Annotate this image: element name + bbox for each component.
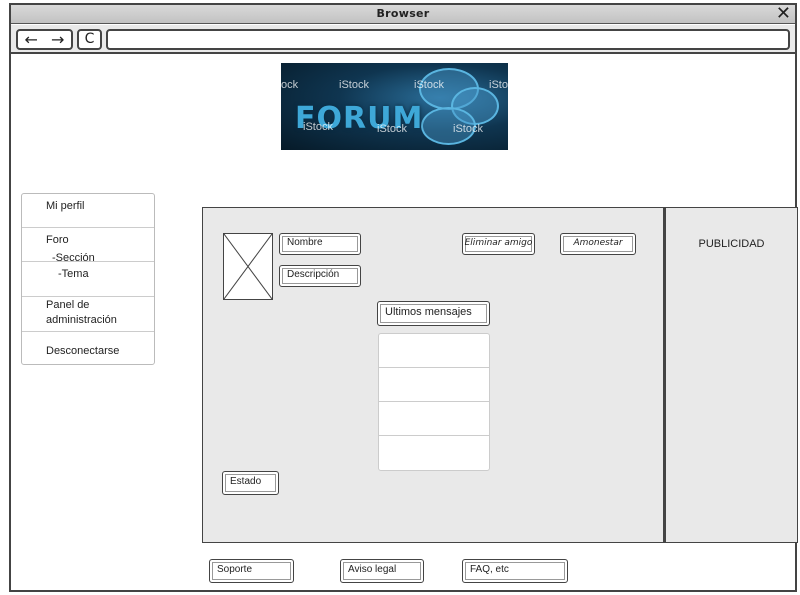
- legal-notice-button[interactable]: Aviso legal: [340, 559, 424, 583]
- recent-messages-header: Ultimos mensajes: [377, 301, 490, 326]
- sidebar-menu: Mi perfil Foro -Sección -Tema Panel de a…: [21, 193, 155, 365]
- watermark-text: ock: [281, 79, 299, 91]
- watermark-text: iStock: [377, 123, 407, 135]
- warn-button[interactable]: Amonestar: [560, 233, 636, 255]
- avatar-placeholder-icon: [223, 233, 273, 300]
- close-icon[interactable]: ✕: [776, 4, 791, 23]
- title-bar: Browser ✕: [11, 4, 795, 24]
- sidebar-item-admin-panel[interactable]: Panel de administración: [22, 297, 154, 332]
- status-button[interactable]: Estado: [222, 471, 279, 495]
- profile-panel: Nombre Descripción Eliminar amigo Amones…: [202, 207, 664, 543]
- remove-friend-button[interactable]: Eliminar amigo: [462, 233, 535, 255]
- watermark-text: iStock: [489, 79, 508, 91]
- description-field[interactable]: Descripción: [279, 265, 361, 287]
- ad-label: PUBLICIDAD: [698, 238, 765, 250]
- faq-button[interactable]: FAQ, etc: [462, 559, 568, 583]
- list-item[interactable]: [379, 334, 489, 368]
- address-bar[interactable]: [106, 29, 790, 50]
- history-buttons: ← →: [16, 29, 73, 50]
- image-placeholder-icon: [223, 233, 273, 300]
- window-title: Browser: [376, 7, 430, 20]
- watermark-text: iStock: [414, 79, 444, 91]
- sidebar-item-logout[interactable]: Desconectarse: [22, 332, 154, 365]
- recent-messages-list: [378, 333, 490, 471]
- navigation-bar: ← → C: [11, 25, 795, 54]
- sidebar-item-label: -Tema: [58, 268, 89, 280]
- watermark-text: iStock: [339, 79, 369, 91]
- sidebar-item-profile[interactable]: Mi perfil: [22, 194, 154, 228]
- list-item[interactable]: [379, 402, 489, 436]
- forward-arrow-icon[interactable]: →: [51, 30, 64, 49]
- forum-banner: ock iStock iStock iStock FORUM iStock iS…: [281, 63, 508, 150]
- advertising-panel: PUBLICIDAD: [664, 207, 798, 543]
- list-item[interactable]: [379, 368, 489, 402]
- sidebar-item-label: Panel de administración: [46, 299, 117, 326]
- watermark-text: iStock: [303, 121, 333, 133]
- support-button[interactable]: Soporte: [209, 559, 294, 583]
- reload-icon[interactable]: C: [77, 29, 102, 50]
- sidebar-item-forum[interactable]: Foro -Sección: [22, 228, 154, 264]
- sidebar-item-label: Mi perfil: [46, 200, 85, 212]
- name-field[interactable]: Nombre: [279, 233, 361, 255]
- sidebar-item-label: Foro: [46, 234, 69, 246]
- watermark-text: iStock: [453, 123, 483, 135]
- sidebar-item-label: Desconectarse: [46, 345, 120, 357]
- list-item[interactable]: [379, 436, 489, 470]
- sidebar-item-topic[interactable]: -Tema: [22, 262, 154, 297]
- back-arrow-icon[interactable]: ←: [25, 30, 38, 49]
